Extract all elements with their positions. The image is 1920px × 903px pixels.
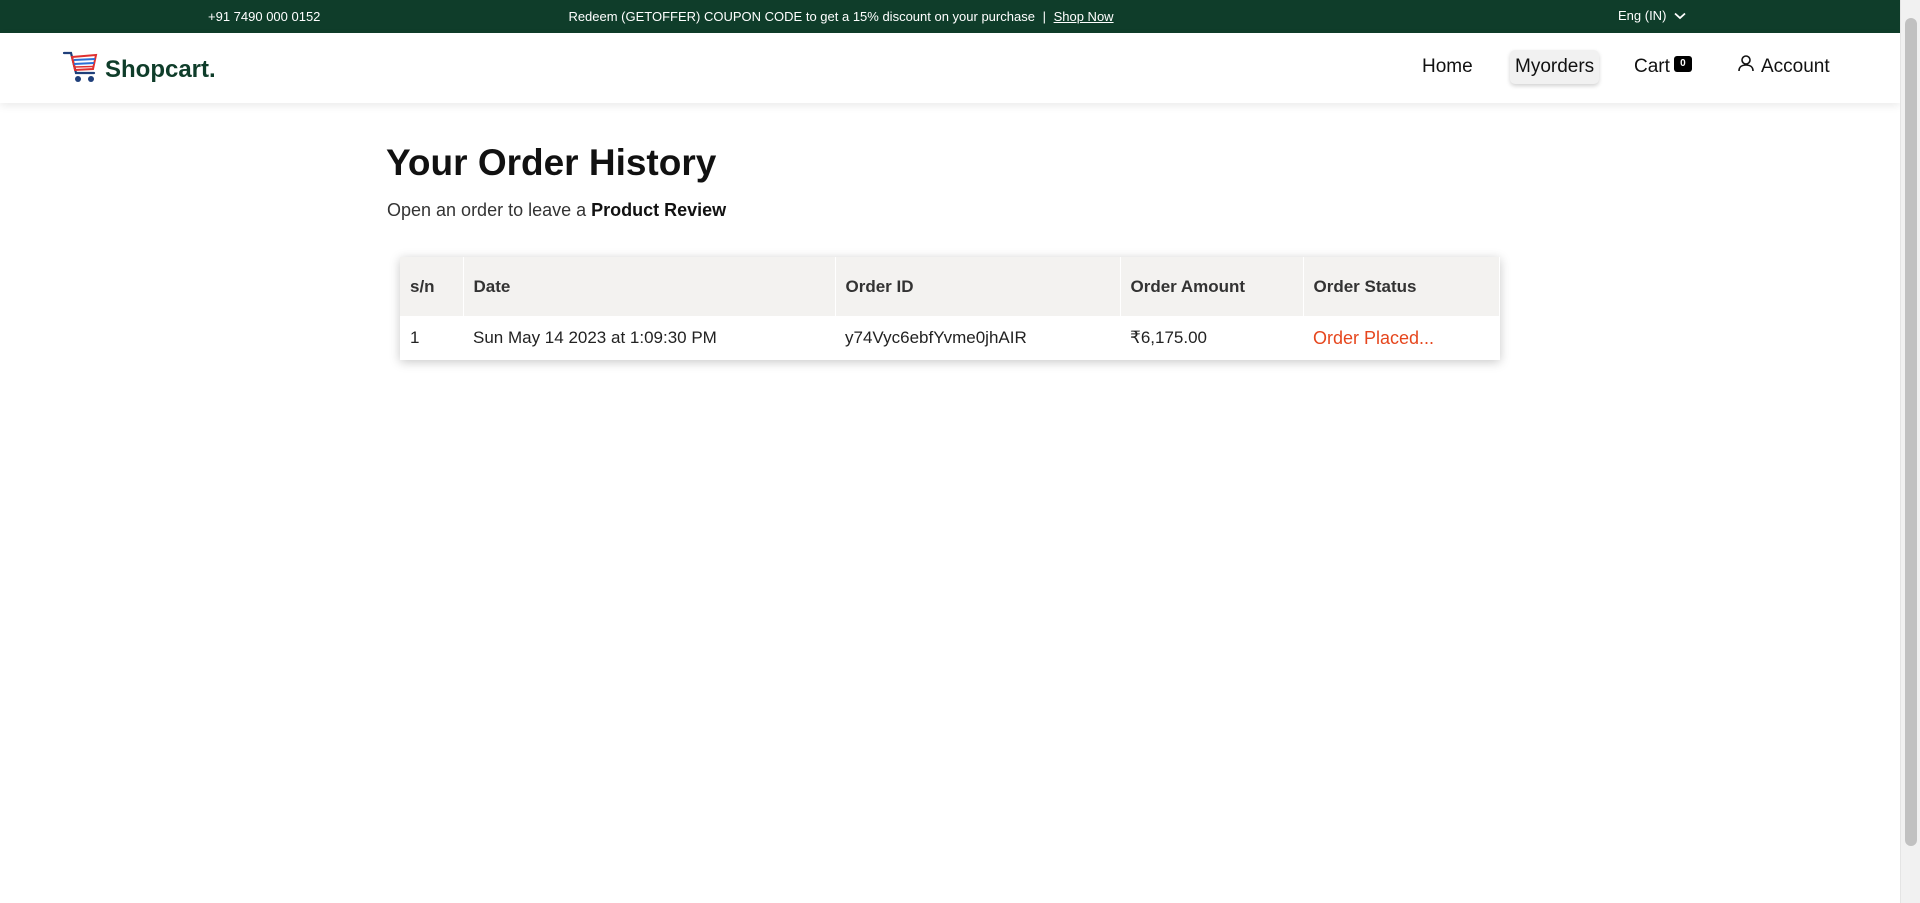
order-status-text[interactable]: Order Placed...	[1313, 328, 1434, 348]
shop-now-link[interactable]: Shop Now	[1054, 9, 1114, 24]
promo-text: Redeem (GETOFFER) COUPON CODE to get a 1…	[568, 9, 1035, 24]
announcement-bar: +91 7490 000 0152 Redeem (GETOFFER) COUP…	[0, 0, 1900, 33]
language-selector[interactable]: Eng (IN)	[1618, 8, 1687, 23]
vertical-scrollbar[interactable]	[1900, 0, 1920, 903]
column-header-order-amount: Order Amount	[1120, 257, 1304, 316]
column-header-order-status: Order Status	[1303, 257, 1500, 316]
language-label: Eng (IN)	[1618, 8, 1667, 23]
subtitle-text: Open an order to leave a	[387, 200, 592, 220]
table-header-row: s/n Date Order ID Order Amount Order Sta…	[400, 257, 1500, 316]
nav-account[interactable]: Account	[1737, 50, 1830, 84]
table-row[interactable]: 1 Sun May 14 2023 at 1:09:30 PM y74Vyc6e…	[400, 316, 1500, 360]
column-header-order-id: Order ID	[835, 257, 1121, 316]
cell-order-amount: ₹6,175.00	[1130, 328, 1207, 347]
column-header-sn: s/n	[400, 257, 464, 316]
cart-label: Cart	[1634, 56, 1670, 77]
main-nav: Home Myorders Cart 0 Account	[0, 50, 1900, 86]
cell-order-id: y74Vyc6ebfYvme0jhAIR	[845, 328, 1027, 347]
user-icon	[1737, 50, 1755, 84]
nav-home[interactable]: Home	[1422, 50, 1473, 84]
cell-order-status: Order Placed...	[1303, 316, 1500, 360]
cart-count-badge: 0	[1673, 56, 1692, 72]
subtitle-emphasis: Product Review	[591, 200, 727, 220]
column-header-date: Date	[463, 257, 836, 316]
cell-sn: 1	[410, 328, 420, 347]
promo-message: Redeem (GETOFFER) COUPON CODE to get a 1…	[0, 9, 1682, 24]
nav-cart[interactable]: Cart 0	[1634, 50, 1692, 84]
nav-myorders[interactable]: Myorders	[1510, 50, 1600, 84]
site-header: Shopcart. Home Myorders Cart 0 Account	[0, 33, 1900, 103]
page-title: Your Order History	[386, 142, 717, 183]
scrollbar-thumb[interactable]	[1905, 18, 1917, 846]
promo-separator: |	[1042, 9, 1046, 24]
order-history-table: s/n Date Order ID Order Amount Order Sta…	[400, 257, 1500, 360]
account-label: Account	[1761, 56, 1830, 77]
chevron-down-icon	[1674, 8, 1687, 23]
page-subtitle: Open an order to leave a Product Review	[387, 200, 726, 221]
cell-date: Sun May 14 2023 at 1:09:30 PM	[473, 328, 717, 347]
